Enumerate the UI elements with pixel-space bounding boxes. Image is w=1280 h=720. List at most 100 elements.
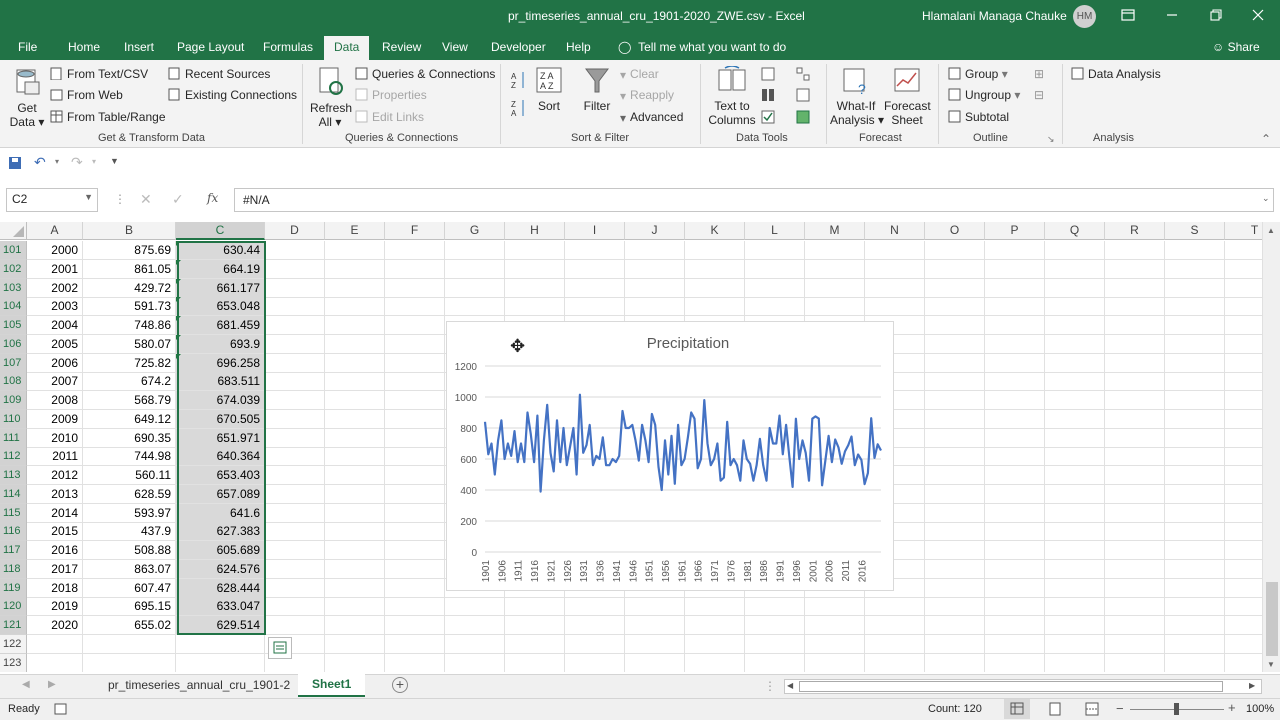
minimize-icon[interactable] [1150, 0, 1194, 30]
flash-fill-icon[interactable] [761, 67, 775, 84]
cell-a[interactable]: 2020 [27, 616, 83, 635]
cell-q[interactable] [1045, 522, 1105, 542]
cell-d[interactable] [265, 372, 325, 392]
cell-t[interactable] [1225, 522, 1262, 542]
cell-d[interactable] [265, 316, 325, 335]
data-model-icon[interactable] [796, 110, 810, 127]
cell-r[interactable] [1105, 372, 1165, 392]
reapply-button[interactable]: ▾ Reapply [620, 88, 674, 103]
row-header[interactable]: 112 [0, 447, 27, 467]
row-header[interactable]: 102 [0, 259, 27, 279]
cell-h[interactable] [505, 259, 565, 279]
cell-r[interactable] [1105, 616, 1165, 635]
cell-q[interactable] [1045, 316, 1105, 335]
queries-connections-button[interactable]: Queries & Connections [355, 67, 495, 83]
cell-t[interactable] [1225, 354, 1262, 373]
cell-c[interactable]: 661.177 [176, 278, 265, 298]
tab-data[interactable]: Data [324, 36, 370, 60]
cell-i[interactable] [565, 278, 625, 298]
row-header[interactable]: 110 [0, 409, 27, 429]
cell-f[interactable] [385, 391, 445, 410]
cell-f[interactable] [385, 372, 445, 392]
cell-d[interactable] [265, 541, 325, 560]
cell-a[interactable]: 2006 [27, 353, 83, 373]
cell-p[interactable] [985, 541, 1045, 560]
cell-b[interactable]: 744.98 [83, 447, 176, 467]
row-header[interactable]: 121 [0, 616, 27, 635]
cell-l[interactable] [745, 297, 805, 317]
cell-n[interactable] [865, 634, 925, 654]
cell-t[interactable] [1225, 429, 1262, 448]
cell-t[interactable] [1225, 560, 1262, 579]
cell-t[interactable] [1225, 504, 1262, 523]
cell-n[interactable] [865, 653, 925, 672]
cell-a[interactable]: 2002 [27, 278, 83, 298]
cell-g[interactable] [445, 259, 505, 279]
cell-h[interactable] [505, 241, 565, 260]
column-header-k[interactable]: K [685, 222, 745, 240]
cell-h[interactable] [505, 634, 565, 654]
cell-e[interactable] [325, 241, 385, 260]
cell-c[interactable]: 651.971 [176, 428, 265, 448]
cell-l[interactable] [745, 278, 805, 298]
cell-s[interactable] [1165, 578, 1225, 598]
cell-e[interactable] [325, 578, 385, 598]
sort-a-z-icon[interactable]: AZ [511, 70, 527, 93]
cell-p[interactable] [985, 297, 1045, 317]
cell-f[interactable] [385, 653, 445, 672]
cell-p[interactable] [985, 653, 1045, 672]
cell-b[interactable]: 863.07 [83, 559, 176, 579]
cell-m[interactable] [805, 634, 865, 654]
cell-t[interactable] [1225, 260, 1262, 279]
cell-d[interactable] [265, 578, 325, 598]
cell-j[interactable] [625, 241, 685, 260]
cell-a[interactable] [27, 653, 83, 672]
cell-p[interactable] [985, 522, 1045, 542]
cell-s[interactable] [1165, 634, 1225, 654]
cell-b[interactable] [83, 634, 176, 654]
cell-a[interactable]: 2013 [27, 484, 83, 504]
cell-f[interactable] [385, 259, 445, 279]
cell-c[interactable]: 627.383 [176, 522, 265, 542]
cell-s[interactable] [1165, 334, 1225, 354]
cell-q[interactable] [1045, 541, 1105, 560]
row-header[interactable]: 101 [0, 241, 27, 260]
cell-r[interactable] [1105, 241, 1165, 260]
cell-c[interactable]: 693.9 [176, 334, 265, 354]
row-header[interactable]: 119 [0, 578, 27, 598]
cell-q[interactable] [1045, 353, 1105, 373]
cell-o[interactable] [925, 334, 985, 354]
cell-d[interactable] [265, 353, 325, 373]
collapse-ribbon-icon[interactable]: ⌃ [1261, 132, 1271, 146]
cell-b[interactable]: 875.69 [83, 241, 176, 260]
ungroup-button[interactable]: Ungroup ▾ [948, 88, 1020, 104]
cell-o[interactable] [925, 541, 985, 560]
cell-e[interactable] [325, 522, 385, 542]
cell-a[interactable]: 2008 [27, 391, 83, 410]
cell-d[interactable] [265, 409, 325, 429]
text-to-columns-button[interactable]: Text to Columns [708, 65, 756, 127]
cell-s[interactable] [1165, 316, 1225, 335]
sort-z-a-icon[interactable]: ZA [511, 98, 527, 121]
cell-g[interactable] [445, 241, 505, 260]
cell-t[interactable] [1225, 485, 1262, 504]
cell-b[interactable]: 607.47 [83, 578, 176, 598]
user-name[interactable]: Hlamalani Managa Chauke [922, 9, 1067, 23]
cell-e[interactable] [325, 372, 385, 392]
cell-q[interactable] [1045, 466, 1105, 485]
cell-b[interactable]: 568.79 [83, 391, 176, 410]
cell-n[interactable] [865, 616, 925, 635]
cell-f[interactable] [385, 522, 445, 542]
cell-f[interactable] [385, 297, 445, 317]
cell-f[interactable] [385, 334, 445, 354]
cell-r[interactable] [1105, 578, 1165, 598]
cell-l[interactable] [745, 634, 805, 654]
cell-t[interactable] [1225, 335, 1262, 354]
cell-e[interactable] [325, 409, 385, 429]
cell-t[interactable] [1225, 466, 1262, 485]
cell-h[interactable] [505, 297, 565, 317]
tab-review[interactable]: Review [382, 36, 421, 60]
cell-b[interactable]: 690.35 [83, 428, 176, 448]
cell-d[interactable] [265, 616, 325, 635]
cell-q[interactable] [1045, 634, 1105, 654]
